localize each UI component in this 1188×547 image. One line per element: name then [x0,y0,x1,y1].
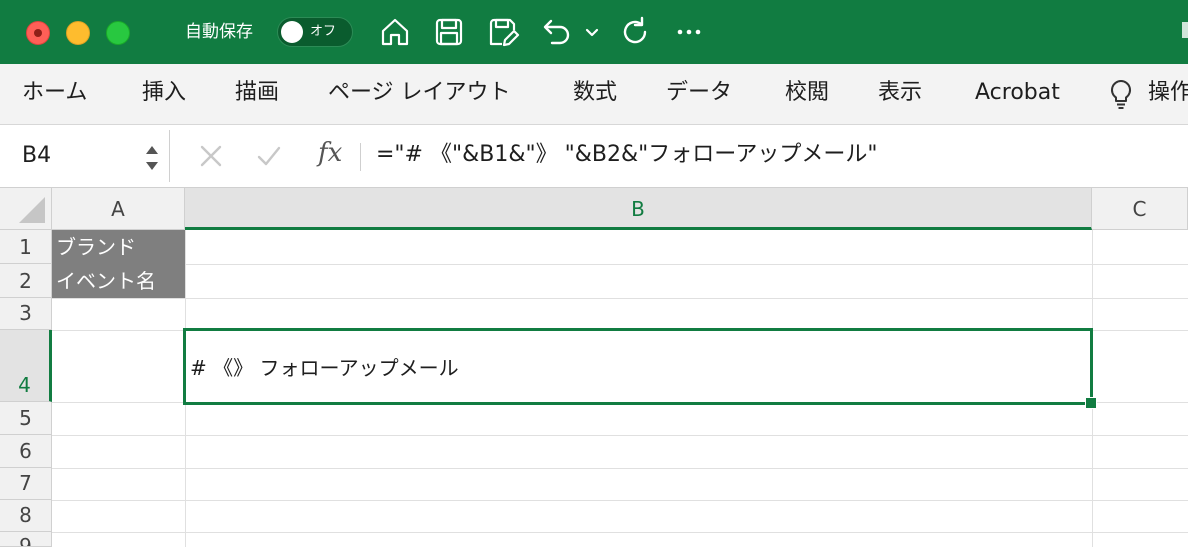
enter-check-icon[interactable] [256,143,282,169]
more-icon[interactable] [672,15,706,49]
autosave-state: オフ [310,24,337,39]
grid-line [52,532,1188,533]
home-icon[interactable] [378,15,412,49]
tab-page-layout[interactable]: ページ レイアウト [328,78,511,108]
name-box-value: B4 [22,143,52,168]
autosave-toggle[interactable]: オフ [277,17,353,47]
row-number: 8 [19,503,32,527]
chevron-down-icon[interactable] [582,15,602,49]
save-edit-icon[interactable] [486,15,520,49]
save-icon[interactable] [432,15,466,49]
cancel-icon[interactable] [198,143,224,169]
row-header-1[interactable]: 1 [0,230,52,264]
lightbulb-icon[interactable] [1106,78,1136,110]
row-number: 6 [19,439,32,463]
select-all-icon [19,197,45,223]
select-all-corner[interactable] [0,188,52,230]
row-header-2[interactable]: 2 [0,264,52,298]
column-header-b[interactable]: B [185,188,1092,230]
cell-a1[interactable]: ブランド [52,230,185,264]
redo-icon[interactable] [618,15,652,49]
tab-insert[interactable]: 挿入 [142,78,186,108]
row-header-8[interactable]: 8 [0,500,52,532]
column-header-c[interactable]: C [1092,188,1188,230]
row-number: 1 [19,235,32,259]
toggle-knob [281,21,303,43]
tab-data[interactable]: データ [666,78,732,108]
fill-handle[interactable] [1085,397,1097,409]
row-number: 7 [19,471,32,495]
worksheet-grid: A B C 1 2 3 4 5 6 7 8 9 ブランド イベント名 # 《》 … [0,188,1188,547]
row-header-3[interactable]: 3 [0,298,52,330]
tab-acrobat[interactable]: Acrobat [975,78,1060,108]
minimize-window-button[interactable] [66,21,90,45]
formula-separator [360,143,361,171]
row-number: 4 [18,373,31,397]
row-number: 3 [19,301,32,325]
zoom-window-button[interactable] [106,21,130,45]
grid-line [52,264,1188,265]
active-cell-selection[interactable] [183,328,1093,405]
grid-line [52,500,1188,501]
insert-function-button[interactable]: fx [318,137,342,169]
grid-line [52,435,1188,436]
autosave-label: 自動保存 [185,22,253,42]
cell-a2[interactable]: イベント名 [52,264,185,298]
tab-draw[interactable]: 描画 [235,78,279,108]
tab-view[interactable]: 表示 [878,78,922,108]
row-header-9[interactable]: 9 [0,532,52,547]
formula-input[interactable]: ="# 《"&B1&"》 "&B2&"フォローアップメール" [376,140,878,170]
title-bar: 自動保存 オフ [0,0,1188,64]
tab-home[interactable]: ホーム [22,78,87,108]
close-window-button[interactable] [26,21,50,45]
column-header-a[interactable]: A [52,188,185,230]
row-header-6[interactable]: 6 [0,435,52,468]
name-box[interactable]: B4 [0,130,170,182]
tab-tell-me[interactable]: 操作 [1148,78,1188,108]
name-box-stepper-icon[interactable] [144,140,160,176]
row-header-5[interactable]: 5 [0,402,52,435]
grid-line [52,468,1188,469]
undo-icon[interactable] [540,15,574,49]
row-header-4[interactable]: 4 [0,330,52,402]
tab-formulas[interactable]: 数式 [573,78,617,108]
row-number: 2 [19,269,32,293]
formula-bar: B4 fx ="# 《"&B1&"》 "&B2&"フォローアップメール" [0,125,1188,188]
grid-line [52,298,1188,299]
window-edge [1182,22,1188,38]
row-number: 9 [19,534,32,547]
ribbon-tabs: ホーム 挿入 描画 ページ レイアウト 数式 データ 校閲 表示 Acrobat… [0,64,1188,125]
tab-review[interactable]: 校閲 [785,78,829,108]
row-number: 5 [19,406,32,430]
row-header-7[interactable]: 7 [0,468,52,500]
